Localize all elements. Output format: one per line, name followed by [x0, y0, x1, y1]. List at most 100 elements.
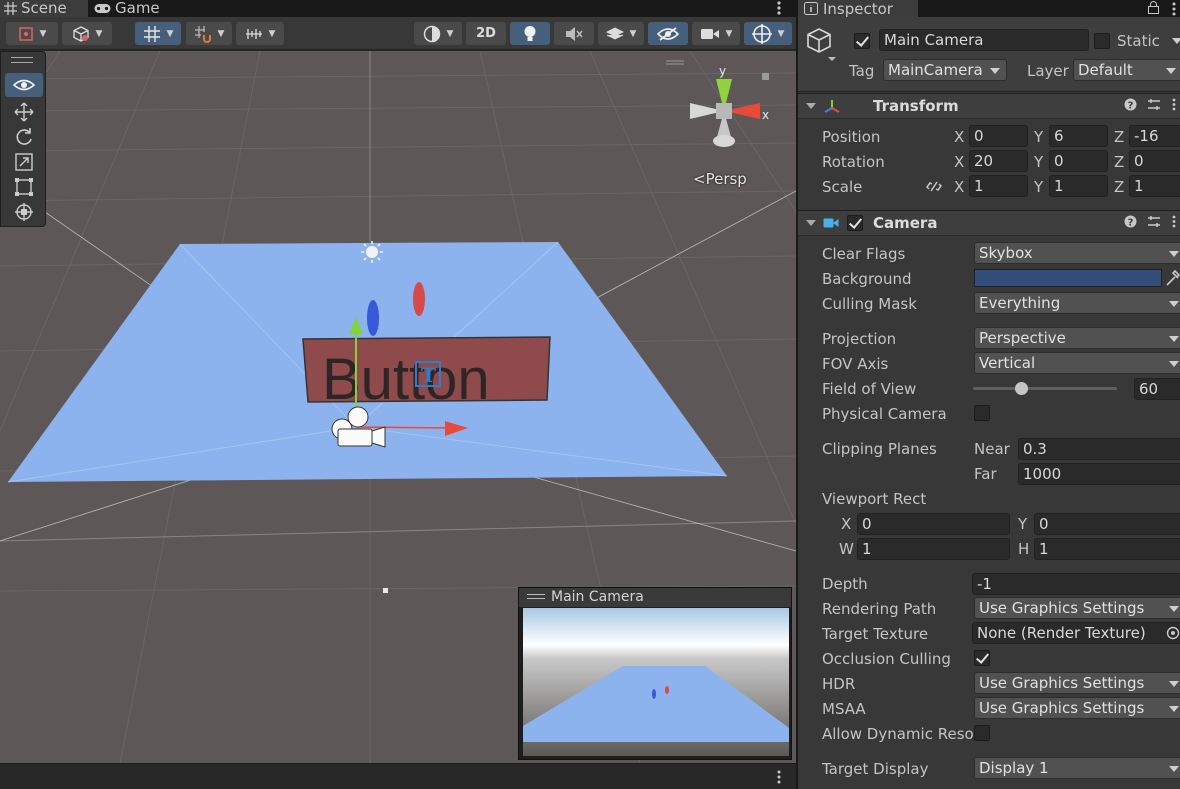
- tag-dropdown[interactable]: MainCamera: [883, 59, 1007, 81]
- target-display-dropdown[interactable]: Display 1: [974, 757, 1180, 779]
- msaa-dropdown[interactable]: Use Graphics Settings: [974, 697, 1180, 719]
- rotation-y-field[interactable]: 0: [1049, 150, 1108, 172]
- effects-dropdown[interactable]: ▼: [598, 22, 644, 45]
- viewport-x-field[interactable]: 0: [857, 513, 1010, 535]
- kebab-menu-icon[interactable]: [1171, 2, 1177, 16]
- gizmo-tool-dropdown[interactable]: ▼: [6, 22, 58, 45]
- audio-toggle[interactable]: [554, 22, 594, 45]
- static-checkbox[interactable]: [1094, 33, 1110, 49]
- scale-tool[interactable]: [5, 150, 43, 174]
- transform-tool[interactable]: [5, 200, 43, 224]
- tab-scene[interactable]: Scene: [0, 0, 88, 17]
- target-texture-field[interactable]: None (Render Texture): [972, 622, 1180, 644]
- transform-header[interactable]: Transform ?: [798, 93, 1180, 119]
- kebab-menu-icon[interactable]: [1171, 215, 1177, 228]
- kebab-menu-icon[interactable]: [776, 770, 782, 784]
- far-field[interactable]: 1000: [1018, 463, 1180, 485]
- rotate-tool[interactable]: [5, 125, 43, 149]
- viewport-y-field[interactable]: 0: [1034, 513, 1180, 535]
- fov-slider-handle[interactable]: [1014, 382, 1028, 395]
- rendering-path-label: Rendering Path: [822, 600, 937, 618]
- shading-mode-dropdown[interactable]: ▼: [414, 22, 462, 45]
- occlusion-culling-checkbox[interactable]: [974, 650, 990, 666]
- fov-slider-track[interactable]: [973, 387, 1117, 390]
- layer-label: Layer: [1027, 62, 1069, 80]
- scene-viewport[interactable]: Button T y x <Persp Main Camera: [0, 51, 796, 763]
- position-y-field[interactable]: 6: [1049, 125, 1108, 147]
- preset-sliders-icon[interactable]: [1147, 98, 1161, 111]
- move-tool[interactable]: [5, 100, 43, 124]
- layers-effects-icon: [605, 26, 624, 40]
- grid-snap-icon: [143, 25, 160, 42]
- help-icon[interactable]: ?: [1124, 215, 1137, 228]
- fold-arrow-icon[interactable]: [806, 103, 816, 109]
- scale-z-field[interactable]: 1: [1129, 175, 1180, 197]
- clear-flags-dropdown[interactable]: Skybox: [974, 242, 1180, 264]
- hdr-dropdown[interactable]: Use Graphics Settings: [974, 672, 1180, 694]
- 2d-mode-button[interactable]: 2D: [466, 22, 506, 45]
- rect-tool[interactable]: [5, 175, 43, 199]
- viewport-h-field[interactable]: 1: [1034, 538, 1180, 560]
- tab-game[interactable]: Game: [90, 0, 170, 17]
- persp-arrow-icon: <: [693, 170, 706, 188]
- kebab-menu-icon[interactable]: [1171, 98, 1177, 111]
- rotation-x-field[interactable]: 20: [969, 150, 1028, 172]
- scale-x-field[interactable]: 1: [969, 175, 1028, 197]
- draw-mode-dropdown[interactable]: ▼: [62, 22, 112, 45]
- ruler-dropdown[interactable]: ▼: [236, 22, 284, 45]
- projection-dropdown[interactable]: Perspective: [974, 327, 1180, 349]
- msaa-value: Use Graphics Settings: [979, 699, 1145, 717]
- gameobject-active-checkbox[interactable]: [854, 33, 870, 49]
- object-picker-icon[interactable]: [1166, 626, 1180, 640]
- tab-inspector[interactable]: Inspector: [798, 0, 918, 18]
- dynamic-resolution-checkbox[interactable]: [974, 725, 990, 741]
- scene-visibility-toggle[interactable]: [648, 22, 688, 45]
- projection-toggle[interactable]: <Persp: [693, 170, 747, 188]
- rotation-label: Rotation: [822, 153, 885, 171]
- chevron-down-icon[interactable]: [1172, 38, 1180, 45]
- fov-axis-label: FOV Axis: [822, 355, 889, 373]
- gameobject-cube-icon[interactable]: [806, 27, 836, 63]
- increment-snap-dropdown[interactable]: ▼: [186, 22, 232, 45]
- tab-game-label: Game: [115, 0, 160, 17]
- help-icon[interactable]: ?: [1124, 98, 1137, 111]
- scene-camera-dropdown[interactable]: ▼: [692, 22, 740, 45]
- fov-axis-dropdown[interactable]: Vertical: [974, 352, 1180, 374]
- lighting-toggle[interactable]: [510, 22, 550, 45]
- position-x-field[interactable]: 0: [969, 125, 1028, 147]
- dynamic-resolution-label: Allow Dynamic Reso: [822, 725, 974, 743]
- rotation-z-field[interactable]: 0: [1129, 150, 1180, 172]
- physical-camera-checkbox[interactable]: [974, 405, 990, 421]
- kebab-menu-icon[interactable]: [774, 0, 784, 17]
- viewport-h-label: H: [1018, 540, 1030, 558]
- background-color-swatch[interactable]: [974, 269, 1162, 287]
- lock-icon[interactable]: [1148, 1, 1159, 14]
- camera-enabled-checkbox[interactable]: [847, 215, 863, 231]
- position-y-axis: Y: [1034, 128, 1044, 146]
- magnet-grid-icon: [194, 25, 211, 43]
- fov-field[interactable]: 60: [1134, 378, 1180, 400]
- eyedropper-icon[interactable]: [1164, 268, 1180, 288]
- gizmo-y-label: y: [719, 64, 726, 78]
- depth-field[interactable]: -1: [972, 573, 1180, 595]
- gizmos-dropdown[interactable]: ▼: [744, 22, 792, 45]
- rendering-path-dropdown[interactable]: Use Graphics Settings: [974, 597, 1180, 619]
- camera-header[interactable]: Camera ?: [798, 210, 1180, 236]
- unlinked-chain-icon[interactable]: [926, 180, 942, 193]
- camera-preview-header[interactable]: Main Camera: [519, 588, 791, 607]
- grid-snap-dropdown[interactable]: ▼: [135, 22, 181, 45]
- layer-dropdown[interactable]: Default: [1073, 59, 1180, 81]
- near-field[interactable]: 0.3: [1018, 438, 1180, 460]
- viewport-w-field[interactable]: 1: [857, 538, 1010, 560]
- gizmo-x-label: x: [762, 108, 769, 122]
- viewport-w-label: W: [839, 540, 854, 558]
- preset-sliders-icon[interactable]: [1147, 215, 1161, 228]
- culling-mask-dropdown[interactable]: Everything: [974, 292, 1180, 314]
- position-z-field[interactable]: -16: [1129, 125, 1180, 147]
- view-tool[interactable]: [5, 73, 43, 97]
- palette-grip[interactable]: [11, 57, 33, 63]
- gameobject-name-field[interactable]: Main Camera: [879, 29, 1089, 51]
- scale-y-field[interactable]: 1: [1049, 175, 1108, 197]
- fold-arrow-icon[interactable]: [806, 220, 816, 226]
- muted-speaker-icon: [566, 26, 583, 41]
